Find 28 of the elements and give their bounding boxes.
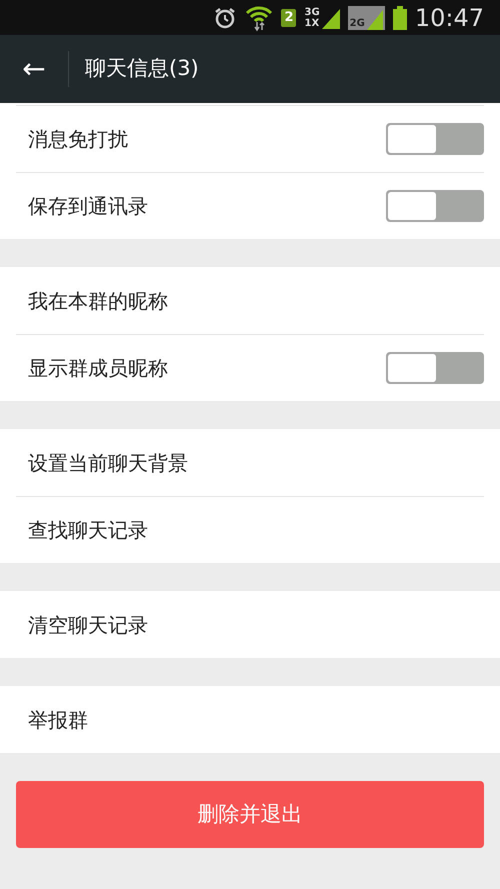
settings-row[interactable]: 我在本群的昵称	[16, 267, 484, 334]
alarm-icon	[213, 6, 238, 30]
network-label: 1X	[304, 18, 320, 28]
row-label: 保存到通讯录	[28, 193, 148, 220]
toggle-switch[interactable]	[386, 190, 484, 222]
row-label: 我在本群的昵称	[28, 288, 168, 314]
signal-icon: 2G	[348, 6, 385, 30]
row-label: 设置当前聊天背景	[28, 450, 188, 476]
network-label: 3G	[304, 6, 320, 18]
row-label: 清空聊天记录	[28, 612, 148, 638]
toggle-switch[interactable]	[386, 352, 484, 384]
wifi-icon	[245, 4, 274, 32]
settings-row[interactable]: 设置当前聊天背景	[16, 429, 484, 496]
battery-icon	[392, 6, 407, 30]
settings-row[interactable]: 显示群成员昵称	[16, 334, 484, 401]
row-label: 举报群	[28, 706, 88, 734]
toggle-switch[interactable]	[386, 123, 484, 155]
page-title: 聊天信息(3)	[85, 55, 199, 82]
row-label: 查找聊天记录	[28, 517, 148, 544]
back-button[interactable]: ←	[0, 35, 68, 103]
clock-time: 10:47	[414, 2, 484, 34]
settings-row[interactable]: 消息免打扰	[16, 105, 484, 172]
settings-row[interactable]: 查找聊天记录	[16, 496, 484, 563]
row-label: 消息免打扰	[28, 126, 128, 153]
sim-badge: 2	[281, 8, 296, 26]
row-label: 显示群成员昵称	[28, 355, 168, 382]
settings-row[interactable]: 保存到通讯录	[16, 172, 484, 239]
signal-icon	[322, 6, 340, 28]
